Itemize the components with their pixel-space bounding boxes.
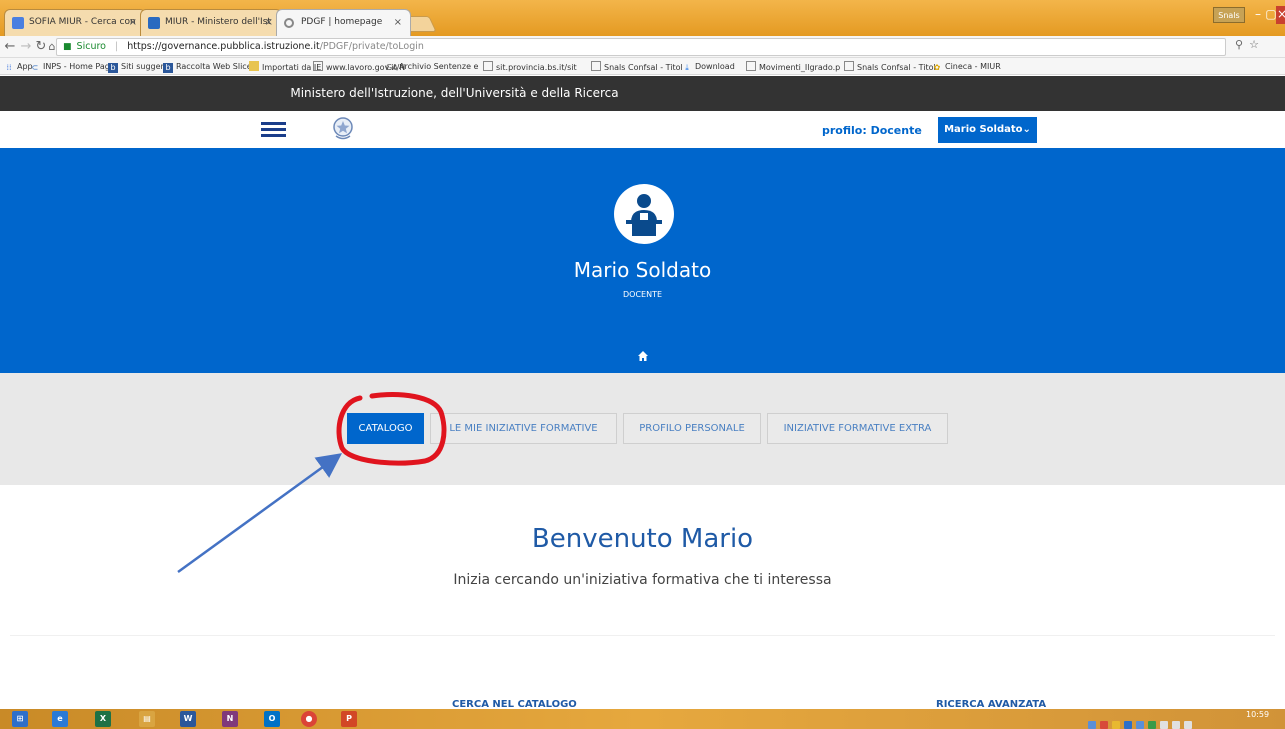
tab-title: SOFIA MIUR - Cerca con — [29, 17, 136, 27]
page-icon — [313, 61, 323, 71]
bookmark-item[interactable]: GAArchivio Sentenze e — [386, 61, 478, 73]
chrome-icon[interactable]: ● — [301, 711, 317, 727]
file-explorer-icon[interactable]: ▤ — [139, 711, 155, 727]
loading-favicon-icon — [284, 18, 294, 28]
profile-hero: Mario Soldato DOCENTE — [0, 148, 1285, 373]
bookmark-item[interactable]: Snals Confsal - Titol — [844, 61, 936, 73]
miur-favicon-icon — [148, 17, 160, 29]
window-close-icon[interactable]: × — [1276, 6, 1285, 24]
user-menu-dropdown[interactable]: Mario Soldato⌄ — [938, 117, 1037, 143]
chevron-down-icon: ⌄ — [1022, 124, 1031, 135]
suggested-icon: b — [108, 63, 118, 73]
main-menu-strip: CATALOGO LE MIE INIZIATIVE FORMATIVE PRO… — [0, 373, 1285, 485]
tab-title: MIUR - Ministero dell'Ist — [165, 17, 271, 27]
tray-icon[interactable] — [1124, 721, 1132, 729]
bookmark-item[interactable]: Movimenti_Ilgrado.p — [746, 61, 840, 73]
ministry-header: Ministero dell'Istruzione, dell'Universi… — [0, 76, 1285, 111]
bookmarks-bar: ⁞⁞ App ⊂ INPS - Home Page b Siti suggeriti … — [0, 58, 1285, 75]
tab-close-icon[interactable]: × — [265, 10, 273, 35]
screen: SOFIA MIUR - Cerca con × MIUR - Minister… — [0, 0, 1285, 729]
welcome-title: Benvenuto Mario — [531, 524, 754, 554]
url-separator: | — [115, 41, 119, 52]
outlook-icon[interactable]: O — [264, 711, 280, 727]
browser-tab[interactable]: MIUR - Ministero dell'Ist × — [140, 9, 282, 36]
site-nav-bar: profilo: Docente Mario Soldato⌄ — [0, 111, 1285, 148]
browser-tab[interactable]: SOFIA MIUR - Cerca con × — [4, 9, 146, 36]
internet-explorer-icon[interactable]: e — [52, 711, 68, 727]
pin-icon[interactable]: ⚲ — [1235, 38, 1249, 51]
chrome-profile-chip[interactable]: Snals — [1213, 7, 1245, 23]
tray-icon[interactable] — [1100, 721, 1108, 729]
tab-le-mie-iniziative[interactable]: LE MIE INIZIATIVE FORMATIVE — [430, 413, 617, 444]
ministry-title: Ministero dell'Istruzione, dell'Universi… — [290, 86, 619, 100]
page-icon — [844, 61, 854, 71]
apps-icon: ⁞⁞ — [6, 63, 12, 72]
bookmark-item[interactable]: Snals Confsal - Titol — [591, 61, 683, 73]
word-icon[interactable]: W — [180, 711, 196, 727]
address-bar: ← → ↻ ⌂ ■ Sicuro | https://governance.pu… — [0, 36, 1285, 58]
system-tray — [1088, 714, 1238, 729]
bookmark-star-icon[interactable]: ☆ — [1249, 38, 1265, 51]
tray-icon[interactable] — [1112, 721, 1120, 729]
google-favicon-icon — [12, 17, 24, 29]
bookmark-item[interactable]: b Raccolta Web Slice — [163, 61, 252, 73]
forward-arrow-icon[interactable]: → — [18, 38, 34, 55]
browser-tab-bar: SOFIA MIUR - Cerca con × MIUR - Minister… — [0, 0, 1285, 36]
tab-close-icon[interactable]: × — [394, 10, 402, 35]
welcome-subtitle: Inizia cercando un'iniziativa formativa … — [453, 572, 832, 588]
bookmark-item[interactable]: ⤓ Download — [682, 61, 735, 73]
bookmark-item[interactable]: ⊂ INPS - Home Page — [30, 61, 115, 73]
ga-icon: GA — [386, 63, 398, 72]
onenote-icon[interactable]: N — [222, 711, 238, 727]
page-icon — [591, 61, 601, 71]
page-icon — [483, 61, 493, 71]
volume-icon[interactable] — [1184, 721, 1192, 729]
bookmark-item[interactable]: sit.provincia.bs.it/sit — [483, 61, 577, 73]
hamburger-menu-icon[interactable] — [261, 122, 286, 138]
home-icon[interactable] — [637, 350, 649, 362]
address-bar-actions: ⚲☆ — [1235, 38, 1265, 51]
user-menu-label: Mario Soldato — [944, 124, 1023, 135]
folder-icon — [249, 61, 259, 71]
profile-label: profilo: Docente — [822, 124, 922, 137]
bookmark-apps[interactable]: ⁞⁞ App — [4, 61, 32, 73]
teacher-avatar-icon — [614, 184, 674, 244]
webslice-icon: b — [163, 63, 173, 73]
bookmark-item[interactable]: b Siti suggeriti — [108, 61, 171, 73]
bookmark-folder[interactable]: Importati da IE — [249, 61, 321, 73]
browser-tab-active[interactable]: PDGF | homepage × — [276, 9, 411, 36]
hero-user-name: Mario Soldato — [573, 258, 712, 282]
hero-user-role: DOCENTE — [622, 290, 663, 299]
tab-catalogo[interactable]: CATALOGO — [347, 413, 424, 444]
cineca-icon: ✿ — [933, 63, 941, 72]
tray-icon[interactable] — [1088, 721, 1096, 729]
windows-start-icon[interactable]: ⊞ — [12, 711, 28, 727]
excel-icon[interactable]: X — [95, 711, 111, 727]
download-icon: ⤓ — [685, 63, 689, 72]
powerpoint-icon[interactable]: P — [341, 711, 357, 727]
tab-iniziative-extra[interactable]: INIZIATIVE FORMATIVE EXTRA — [767, 413, 948, 444]
windows-taskbar: ⊞ e X ▤ W N O ● P 10:59 — [0, 709, 1285, 729]
padlock-icon: ■ — [63, 42, 72, 52]
taskbar-clock[interactable]: 10:59 — [1246, 710, 1269, 719]
url-domain: https://governance.pubblica.istruzione.i… — [127, 41, 320, 52]
tray-icon[interactable] — [1148, 721, 1156, 729]
minimize-icon[interactable]: – — [1251, 6, 1265, 24]
tray-icon[interactable] — [1172, 721, 1180, 729]
inps-icon: ⊂ — [31, 63, 39, 72]
page-icon — [746, 61, 756, 71]
tab-profilo-personale[interactable]: PROFILO PERSONALE — [623, 413, 761, 444]
tray-icon[interactable] — [1136, 721, 1144, 729]
secure-label: Sicuro — [76, 41, 106, 52]
tab-title: PDGF | homepage — [301, 17, 383, 27]
republic-emblem-icon — [333, 117, 353, 140]
url-path: /PDGF/private/toLogin — [319, 41, 424, 52]
tray-icon[interactable] — [1160, 721, 1168, 729]
back-arrow-icon[interactable]: ← — [2, 38, 18, 55]
tab-close-icon[interactable]: × — [129, 10, 137, 35]
url-input[interactable]: ■ Sicuro | https://governance.pubblica.i… — [56, 38, 1226, 56]
bookmark-item[interactable]: ✿ Cineca - MIUR — [932, 61, 1001, 73]
section-divider — [10, 635, 1275, 636]
